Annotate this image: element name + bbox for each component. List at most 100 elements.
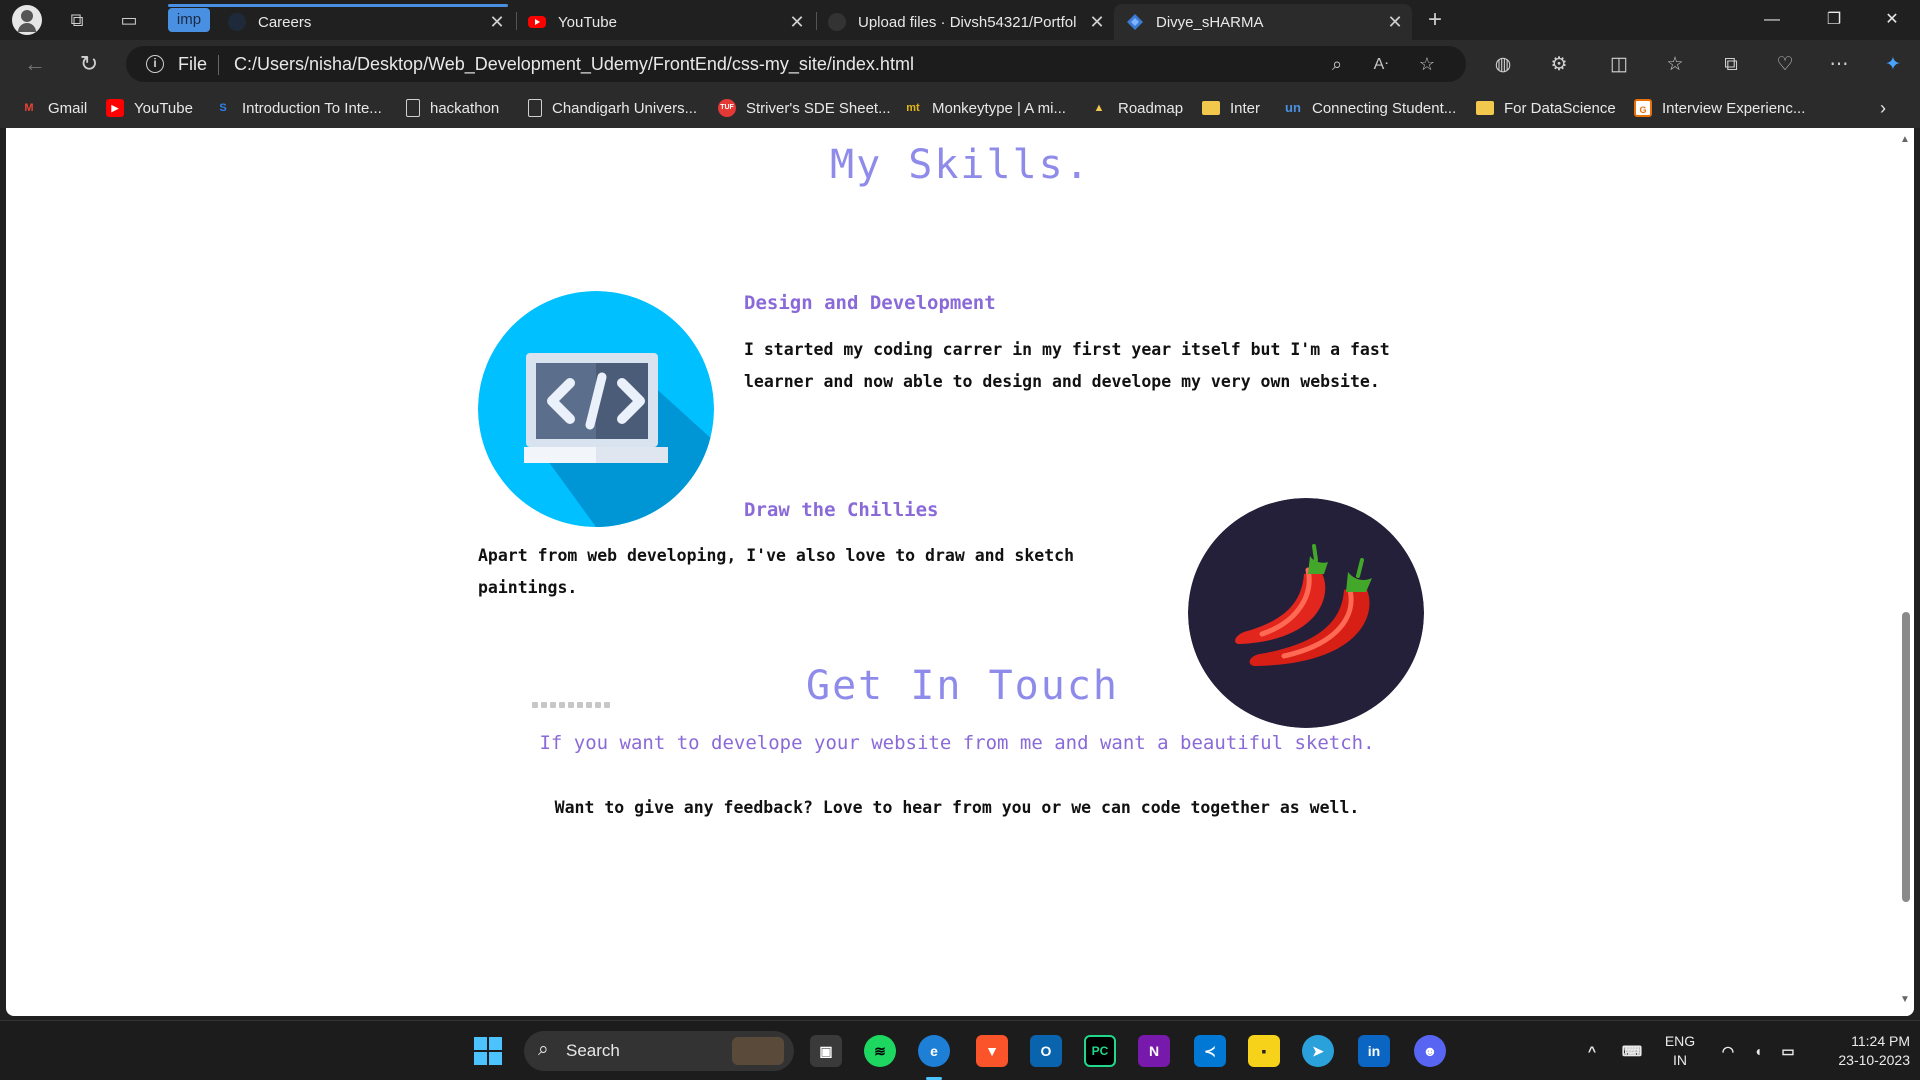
volume-icon[interactable]: ◖: [1742, 1035, 1774, 1067]
bookmark-label: Roadmap: [1118, 99, 1184, 117]
windows-taskbar: ⌕ Search ▣ ≋ e ▼ O PC N ≺ ▪ ➤ in ☻ ^ ⌨ E…: [0, 1020, 1920, 1080]
brave-icon[interactable]: ▼: [976, 1035, 1008, 1067]
bookmark-label: Inter: [1230, 99, 1261, 117]
new-tab-icon[interactable]: +: [1424, 8, 1446, 32]
tab-group-label[interactable]: imp: [168, 8, 210, 32]
bookmark-monkeytype[interactable]: mt Monkeytype | A mi...: [904, 98, 1066, 118]
contact-text: Want to give any feedback? Love to hear …: [554, 798, 1360, 817]
pycharm-icon[interactable]: PC: [1084, 1035, 1116, 1067]
browser-essentials-icon[interactable]: ♡: [1772, 52, 1798, 78]
extension-icon[interactable]: ◍: [1490, 52, 1516, 78]
url-text[interactable]: C:/Users/nisha/Desktop/Web_Development_U…: [234, 54, 914, 75]
read-aloud-icon[interactable]: Aᐧ: [1370, 54, 1392, 76]
tab-actions-icon[interactable]: ▭: [118, 9, 140, 31]
edge-icon[interactable]: e: [918, 1035, 950, 1067]
language-code: ENG: [1664, 1033, 1696, 1049]
bookmark-label: YouTube: [134, 99, 193, 117]
minimize-icon[interactable]: —: [1744, 0, 1800, 40]
task-view-icon[interactable]: ▣: [810, 1035, 842, 1067]
close-tab-icon[interactable]: ✕: [486, 12, 508, 33]
sticky-notes-icon[interactable]: ▪: [1248, 1035, 1280, 1067]
navigation-bar: ← ↻ i File C:/Users/nisha/Desktop/Web_De…: [0, 40, 1920, 88]
youtube-favicon-icon: [528, 13, 546, 31]
scheme-label: File: [178, 54, 208, 74]
bookmark-label: Striver's SDE Sheet...: [746, 99, 891, 117]
tab-label: YouTube: [558, 13, 617, 31]
rocket-icon: ▲: [1093, 102, 1105, 114]
close-tab-icon[interactable]: ✕: [786, 12, 808, 33]
bookmark-gmail[interactable]: M Gmail: [20, 98, 87, 118]
wifi-icon[interactable]: ◠: [1712, 1035, 1744, 1067]
monkeytype-icon: mt: [906, 102, 920, 114]
tab-upload-files[interactable]: Upload files · Divsh54321/Portfol ✕: [828, 4, 1108, 40]
scrollbar-thumb[interactable]: [1902, 612, 1910, 902]
copilot-icon[interactable]: ✦: [1880, 52, 1906, 78]
scroll-down-icon[interactable]: ▼: [1900, 994, 1910, 1005]
favorites-icon[interactable]: ☆: [1662, 52, 1688, 78]
start-icon[interactable]: [472, 1035, 504, 1067]
search-icon: ⌕: [538, 1039, 549, 1060]
gfg-icon: G: [1634, 99, 1652, 117]
back-icon[interactable]: ←: [22, 51, 48, 77]
battery-icon[interactable]: ▭: [1772, 1035, 1804, 1067]
bookmark-label: Connecting Student...: [1312, 99, 1457, 117]
taskbar-search[interactable]: ⌕ Search: [524, 1031, 794, 1071]
discord-icon[interactable]: ☻: [1414, 1035, 1446, 1067]
bookmark-introduction[interactable]: S Introduction To Inte...: [214, 98, 381, 118]
bookmark-roadmap[interactable]: ▲ Roadmap: [1090, 98, 1184, 118]
bookmark-connecting-students[interactable]: un Connecting Student...: [1284, 98, 1456, 118]
page-scrollbar[interactable]: ▲ ▼: [1896, 128, 1914, 1016]
close-window-icon[interactable]: ✕: [1864, 0, 1920, 40]
bookmark-interview-experience[interactable]: G Interview Experienc...: [1634, 98, 1805, 118]
restore-icon[interactable]: ❐: [1806, 0, 1862, 40]
clock-date: 23-10-2023: [1838, 1052, 1910, 1068]
address-bar[interactable]: i File C:/Users/nisha/Desktop/Web_Develo…: [126, 46, 1466, 82]
youtube-icon: ▶: [106, 99, 124, 117]
onenote-icon[interactable]: N: [1138, 1035, 1170, 1067]
bookmarks-bar: M Gmail ▶ YouTube S Introduction To Inte…: [0, 88, 1920, 128]
language-indicator[interactable]: ENG IN: [1652, 1032, 1708, 1070]
extensions-puzzle-icon[interactable]: ⚙: [1546, 52, 1572, 78]
tab-separator: [816, 12, 817, 30]
refresh-icon[interactable]: ↻: [76, 51, 102, 77]
profile-avatar[interactable]: [12, 5, 42, 35]
site-info-icon[interactable]: i: [146, 55, 164, 73]
tab-youtube[interactable]: YouTube ✕: [528, 4, 808, 40]
site-favicon-icon: [1126, 13, 1144, 31]
more-menu-icon[interactable]: ⋯: [1826, 52, 1852, 78]
split-screen-icon[interactable]: ◫: [1606, 52, 1632, 78]
bookmark-chandigarh[interactable]: Chandigarh Univers...: [528, 98, 697, 118]
show-hidden-icons-icon[interactable]: ^: [1576, 1035, 1608, 1067]
outlook-icon[interactable]: O: [1030, 1035, 1062, 1067]
clock[interactable]: 11:24 PM 23-10-2023: [1806, 1032, 1910, 1070]
spotify-icon[interactable]: ≋: [864, 1035, 896, 1067]
collections-icon[interactable]: ⧉: [1718, 52, 1744, 78]
vscode-icon[interactable]: ≺: [1194, 1035, 1226, 1067]
close-tab-icon[interactable]: ✕: [1384, 12, 1406, 33]
scroll-up-icon[interactable]: ▲: [1900, 134, 1910, 145]
browser-title-bar: ⧉ ▭ imp Careers ✕ YouTube ✕ Upload files…: [0, 0, 1920, 40]
skill1-text-line2: learner and now able to design and devel…: [744, 372, 1380, 391]
bookmark-hackathon[interactable]: hackathon: [406, 98, 499, 118]
bookmark-youtube[interactable]: ▶ YouTube: [106, 98, 193, 118]
keyboard-icon[interactable]: ⌨: [1616, 1035, 1648, 1067]
tab-label: Upload files · Divsh54321/Portfol: [858, 13, 1077, 31]
chillies-icon: [1188, 498, 1424, 728]
workspaces-icon[interactable]: ⧉: [66, 9, 88, 31]
bookmark-for-datascience[interactable]: For DataScience: [1476, 98, 1616, 118]
region-code: IN: [1673, 1052, 1687, 1068]
close-tab-icon[interactable]: ✕: [1086, 12, 1108, 33]
tab-divye-sharma[interactable]: Divye_sHARMA ✕: [1114, 4, 1412, 40]
linkedin-icon[interactable]: in: [1358, 1035, 1390, 1067]
tuf-icon: TUF: [718, 99, 736, 117]
tab-careers[interactable]: Careers ✕: [228, 4, 508, 40]
bookmark-inter[interactable]: Inter: [1202, 98, 1260, 118]
bookmarks-overflow-icon[interactable]: ›: [1880, 98, 1886, 118]
telegram-icon[interactable]: ➤: [1302, 1035, 1334, 1067]
bookmark-striver[interactable]: TUF Striver's SDE Sheet...: [718, 98, 891, 118]
zoom-icon[interactable]: ⌕: [1326, 54, 1348, 76]
favorite-star-icon[interactable]: ☆: [1416, 54, 1438, 76]
page-viewport: My Skills. Design and Development I star…: [6, 128, 1914, 1016]
gmail-icon: M: [24, 102, 34, 114]
tab-label: Careers: [258, 13, 312, 31]
